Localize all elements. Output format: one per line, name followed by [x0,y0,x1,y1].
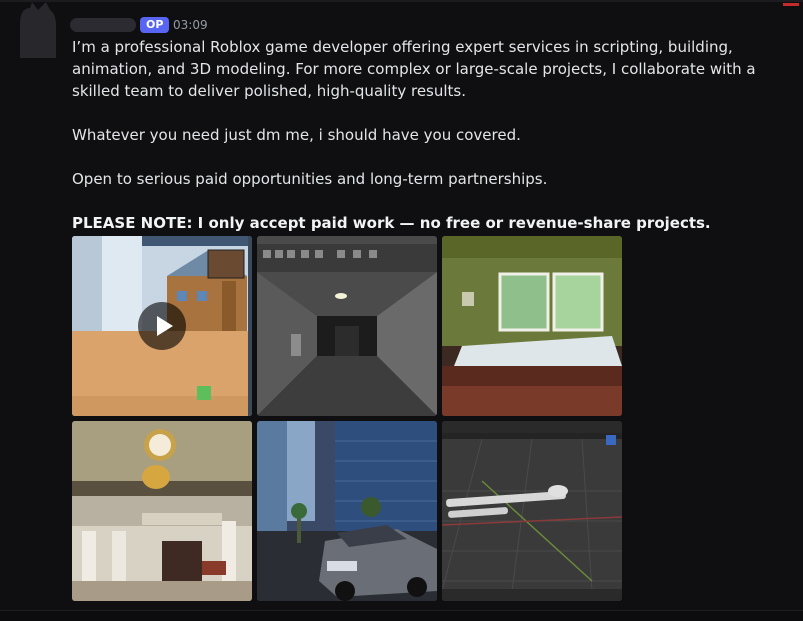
message-paragraph: Open to serious paid opportunities and l… [72,170,548,188]
attachment-video-roblox[interactable] [72,236,252,416]
close-icon[interactable] [773,0,803,10]
top-divider [0,0,803,2]
attachment-image-corridor[interactable] [257,236,437,416]
play-icon[interactable] [138,302,186,350]
avatar[interactable] [16,2,60,58]
message-body: I’m a professional Roblox game developer… [72,36,792,234]
attachment-image-city-car[interactable] [257,421,437,601]
message-paragraph: Whatever you need just dm me, i should h… [72,126,521,144]
message-paragraph: I’m a professional Roblox game developer… [72,38,756,100]
username-redacted[interactable] [70,18,136,32]
bottom-bar [0,610,803,621]
attachment-image-rocket-launcher[interactable] [442,421,622,601]
attachment-gallery [72,236,622,601]
attachment-image-office[interactable] [442,236,622,416]
message-timestamp: 03:09 [173,18,208,32]
op-badge: OP [140,17,170,33]
attachment-image-hall[interactable] [72,421,252,601]
message-note: PLEASE NOTE: I only accept paid work — n… [72,214,711,232]
